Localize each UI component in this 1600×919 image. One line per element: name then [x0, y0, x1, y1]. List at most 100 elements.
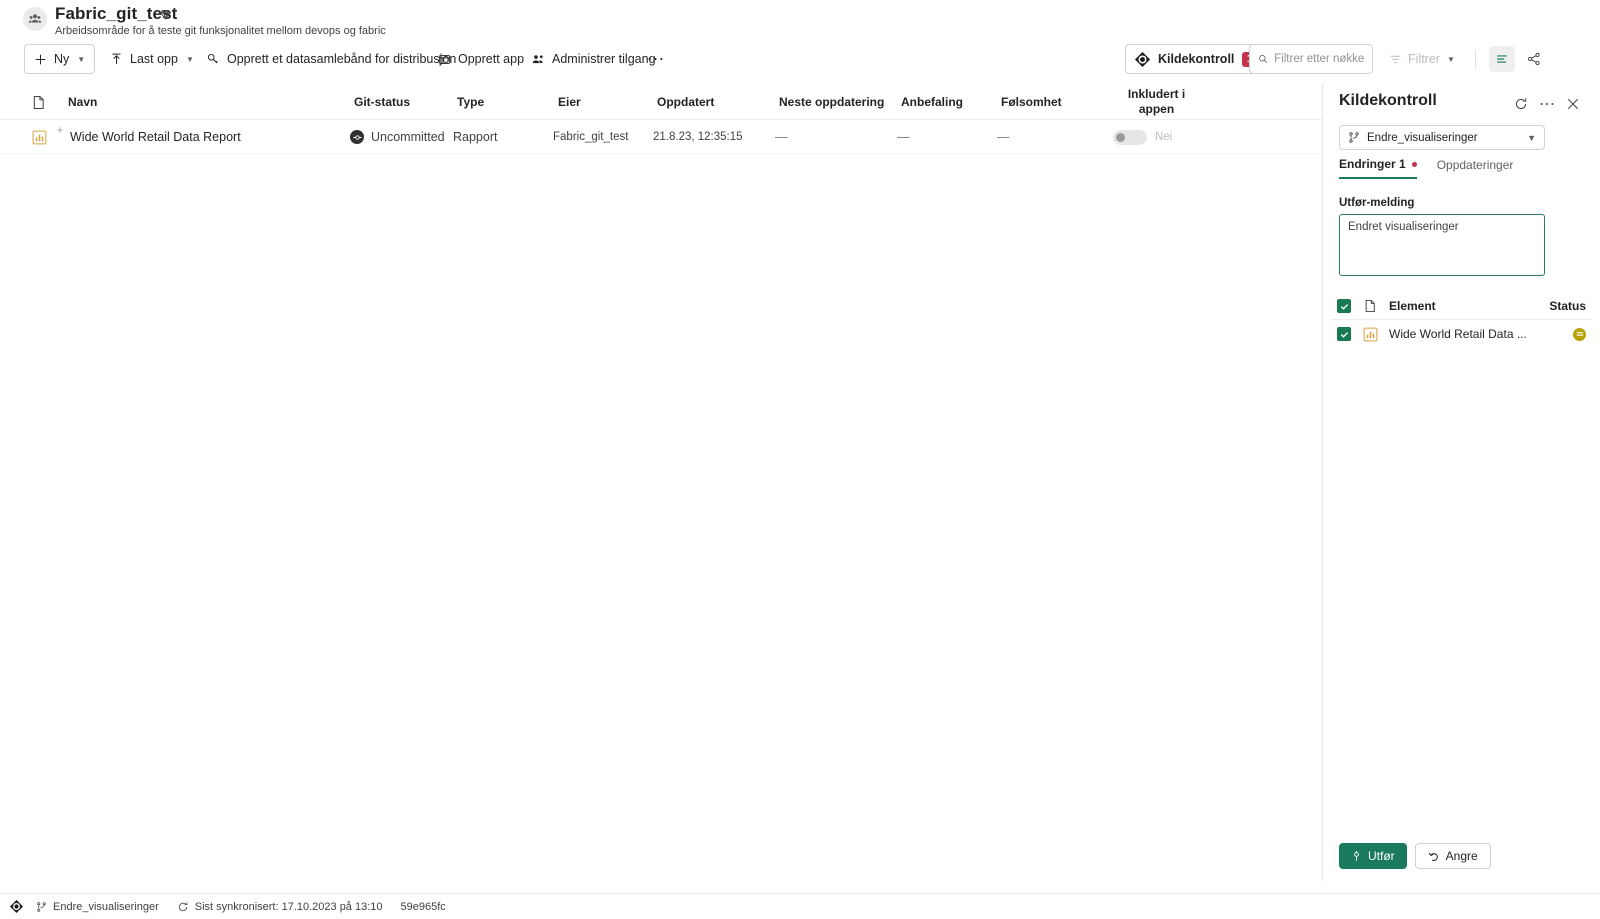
source-control-panel: Kildekontroll Endre_visualiseringer ▼ En… — [1322, 84, 1600, 881]
column-header-included-in-app-line1: Inkludert i — [1127, 87, 1186, 101]
filter-button[interactable]: Filtrer ▼ — [1381, 44, 1463, 74]
filter-label: Filtrer — [1408, 52, 1440, 66]
item-sensitivity: — — [997, 130, 1010, 144]
status-branch-label: Endre_visualiseringer — [53, 900, 159, 913]
git-commit-icon — [350, 130, 364, 144]
column-header-type[interactable]: Type — [457, 84, 484, 120]
items-header-row: Element Status — [1331, 293, 1592, 320]
table-row[interactable]: Wide World Retail Data Report Uncommitte… — [0, 120, 1322, 154]
list-view-icon[interactable] — [1489, 46, 1515, 72]
item-next-refresh: — — [775, 130, 788, 144]
status-sync-label: Sist synkronisert: 17.10.2023 på 13:10 — [194, 900, 383, 913]
included-in-app-toggle[interactable] — [1113, 129, 1147, 145]
item-label: Wide World Retail Data ... — [1389, 327, 1527, 341]
chevron-down-icon: ▼ — [185, 54, 194, 64]
git-status-cell: Uncommitted — [350, 120, 445, 154]
manage-access-label: Administrer tilgang — [552, 52, 656, 66]
undo-button[interactable]: Angre — [1414, 843, 1491, 869]
commit-message-input[interactable] — [1339, 214, 1545, 276]
create-app-button[interactable]: Opprett app — [428, 44, 534, 74]
column-header-git-status[interactable]: Git-status — [354, 84, 410, 120]
changes-indicator-dot — [1411, 161, 1417, 167]
column-header-next-refresh[interactable]: Neste oppdatering — [779, 84, 884, 120]
search-icon — [1259, 55, 1268, 64]
item-recommendation: — — [897, 130, 910, 144]
new-button-label: Ny — [54, 52, 70, 66]
undo-button-label: Angre — [1445, 849, 1478, 863]
item-type: Rapport — [453, 130, 498, 144]
column-header-recommendation[interactable]: Anbefaling — [901, 84, 963, 120]
commit-message-label: Utfør-melding — [1339, 197, 1415, 209]
modified-status-icon — [1573, 327, 1586, 341]
commit-button-label: Utfør — [1368, 849, 1395, 863]
diamond-icon — [159, 8, 172, 26]
file-icon — [32, 84, 45, 120]
upload-button[interactable]: Last opp ▼ — [100, 44, 204, 74]
tab-changes-label: Endringer 1 — [1339, 157, 1406, 171]
new-button[interactable]: Ny ▼ — [24, 44, 96, 74]
branch-name: Endre_visualiseringer — [1367, 131, 1478, 144]
app-root: Fabric_git_test Arbeidsområde for å test… — [0, 0, 1600, 919]
report-icon — [32, 120, 47, 154]
more-horizontal-icon[interactable] — [1536, 93, 1558, 115]
workspace-description: Arbeidsområde for å teste git funksjonal… — [55, 25, 386, 37]
commit-icon — [1354, 850, 1359, 861]
git-icon — [6, 900, 26, 913]
panel-action-buttons: Utfør Angre — [1339, 843, 1491, 869]
sync-icon — [178, 901, 188, 911]
tab-updates[interactable]: Oppdateringer — [1437, 157, 1514, 179]
chevron-down-icon: ▼ — [1527, 132, 1536, 143]
tab-updates-label: Oppdateringer — [1436, 158, 1514, 172]
column-header-updated[interactable]: Oppdatert — [657, 84, 714, 120]
chevron-down-icon: ▼ — [77, 54, 86, 64]
people-group-icon — [23, 7, 47, 31]
status-badge — [1548, 327, 1592, 341]
source-control-label: Kildekontroll — [1158, 52, 1235, 66]
list-item[interactable]: Wide World Retail Data ... — [1331, 320, 1592, 348]
column-header-sensitivity[interactable]: Følsomhet — [1001, 84, 1062, 120]
report-icon — [1359, 327, 1381, 342]
undo-icon — [1428, 852, 1438, 861]
branch-select[interactable]: Endre_visualiseringer ▼ — [1339, 125, 1545, 150]
deployment-pipeline-button[interactable]: Opprett et datasamlebånd for distribusjo… — [196, 44, 466, 74]
workspace-header: Fabric_git_test Arbeidsområde for å test… — [0, 0, 1600, 44]
panel-title: Kildekontroll — [1339, 92, 1437, 109]
git-status-label: Uncommitted — [371, 130, 445, 144]
content-list: Navn Git-status Type Eier Oppdatert Nest… — [0, 84, 1322, 881]
commit-button[interactable]: Utfør — [1339, 843, 1407, 869]
included-in-app-cell: Nei — [1113, 120, 1172, 154]
tab-changes[interactable]: Endringer 1 — [1339, 157, 1417, 179]
source-control-button[interactable]: Kildekontroll 1 — [1125, 44, 1268, 74]
command-bar: Ny ▼ Last opp ▼ Opprett et datasamlebånd… — [0, 44, 1600, 77]
create-app-label: Opprett app — [458, 52, 525, 66]
column-header-included-in-app-line2: appen — [1138, 102, 1175, 116]
item-name[interactable]: Wide World Retail Data Report — [70, 120, 241, 154]
column-header-name[interactable]: Navn — [68, 84, 97, 120]
upload-button-label: Last opp — [130, 52, 178, 66]
item-owner: Fabric_git_test — [553, 131, 629, 143]
search-box[interactable] — [1249, 44, 1373, 74]
select-all-checkbox[interactable] — [1337, 299, 1351, 313]
git-icon — [1135, 51, 1150, 67]
list-header-row: Navn Git-status Type Eier Oppdatert Nest… — [0, 84, 1322, 120]
item-checkbox[interactable] — [1337, 327, 1351, 341]
branch-icon — [37, 901, 46, 912]
sparkle-icon — [56, 126, 64, 134]
status-branch[interactable]: Endre_visualiseringer — [36, 901, 159, 913]
status-commit-hash[interactable]: 59e965fc — [401, 901, 446, 913]
column-header-included-in-app[interactable]: Inkludert i appen — [1124, 84, 1189, 120]
close-icon[interactable] — [1562, 93, 1584, 115]
file-icon — [1359, 299, 1381, 313]
refresh-icon[interactable] — [1510, 93, 1532, 115]
search-input[interactable] — [1274, 53, 1364, 65]
chevron-down-icon: ▼ — [1446, 54, 1455, 64]
panel-tabs: Endringer 1 Oppdateringer — [1339, 157, 1513, 179]
status-sync: Sist synkronisert: 17.10.2023 på 13:10 — [177, 901, 383, 913]
status-bar: Endre_visualiseringer Sist synkronisert:… — [0, 893, 1600, 919]
share-icon[interactable] — [1521, 46, 1547, 72]
item-updated: 21.8.23, 12:35:15 — [653, 131, 743, 143]
items-column-header-element: Element — [1389, 299, 1436, 313]
column-header-owner[interactable]: Eier — [558, 84, 581, 120]
branch-icon — [1349, 132, 1359, 143]
more-options-button[interactable] — [641, 44, 669, 74]
